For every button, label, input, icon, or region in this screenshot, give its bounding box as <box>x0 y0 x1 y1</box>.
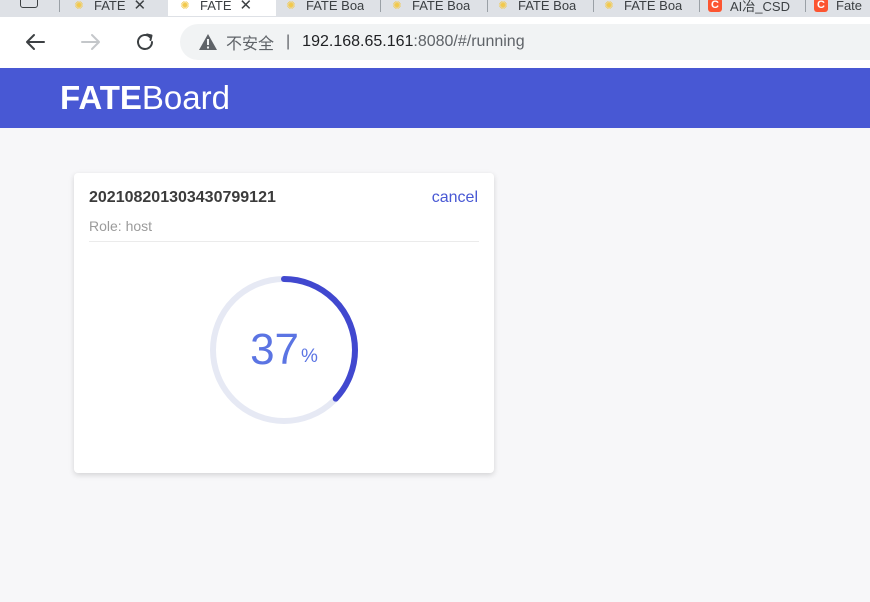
fateboard-favicon-icon: ✺ <box>180 0 190 12</box>
back-button[interactable] <box>22 29 48 55</box>
csdn-icon: C <box>814 0 828 12</box>
tab-separator <box>699 0 700 12</box>
reload-button[interactable] <box>132 29 158 55</box>
address-bar[interactable]: 不安全 | 192.168.65.161:8080/#/running <box>180 24 870 60</box>
browser-tab-4[interactable]: ✺ FATE Boa <box>390 0 482 16</box>
browser-tab-6[interactable]: ✺ FATE Boa <box>602 0 694 16</box>
browser-tab-1[interactable]: ✺ FATE ✕ <box>72 0 162 16</box>
progress-value: 37% <box>204 270 364 430</box>
tab-separator <box>593 0 594 12</box>
browser-tab-strip: ✺ FATE ✕ ✺ FATE ✕ ✺ FATE Boa ✺ FATE Boa … <box>0 0 870 17</box>
tab-separator <box>487 0 488 12</box>
running-job-card[interactable]: 20210820130343079912​1 cancel Role: host… <box>74 173 494 473</box>
url-host: 192.168.65.161 <box>302 33 414 50</box>
progress-number: 37 <box>250 325 300 374</box>
job-id: 20210820130343079912​1 <box>89 189 276 206</box>
cancel-job-button[interactable]: cancel <box>432 189 478 207</box>
fateboard-favicon-icon: ✺ <box>74 0 84 12</box>
card-divider <box>89 241 479 242</box>
brand-bold: FATE <box>60 79 142 116</box>
fateboard-favicon-icon: ✺ <box>286 0 296 12</box>
browser-tab-3[interactable]: ✺ FATE Boa <box>284 0 376 16</box>
browser-tab-5[interactable]: ✺ FATE Boa <box>496 0 588 16</box>
tab-separator <box>805 0 806 12</box>
forward-button[interactable] <box>78 29 104 55</box>
fateboard-favicon-icon: ✺ <box>392 0 402 12</box>
brand-regular: Board <box>141 79 230 116</box>
browser-tab-2-active[interactable]: ✺ FATE ✕ <box>168 0 276 16</box>
reload-icon <box>137 33 153 50</box>
tab-separator <box>380 0 381 12</box>
tab-separator <box>59 0 60 12</box>
browser-toolbar: 不安全 | 192.168.65.161:8080/#/running <box>0 17 870 68</box>
forward-arrow-icon <box>81 34 100 50</box>
job-role: Role: host <box>89 218 153 234</box>
tab-actions-icon[interactable] <box>20 0 38 8</box>
fateboard-logo[interactable]: FATEBoard <box>60 78 230 118</box>
progress-unit: % <box>301 346 318 367</box>
close-tab-icon[interactable]: ✕ <box>134 0 147 14</box>
app-header: FATEBoard <box>0 68 870 128</box>
back-arrow-icon <box>26 34 45 50</box>
fateboard-favicon-icon: ✺ <box>498 0 508 12</box>
browser-tab-7[interactable]: C AI冶_CSD <box>708 0 800 16</box>
close-tab-icon[interactable]: ✕ <box>240 0 253 14</box>
fateboard-favicon-icon: ✺ <box>604 0 614 12</box>
address-separator: | <box>286 33 291 50</box>
csdn-icon: C <box>708 0 722 12</box>
url-path: :8080/#/running <box>413 33 525 50</box>
warning-icon[interactable] <box>198 33 218 51</box>
browser-tab-8[interactable]: C Fate <box>814 0 870 16</box>
security-status-label: 不安全 <box>226 36 275 53</box>
job-progress-ring: 37% <box>204 270 364 430</box>
